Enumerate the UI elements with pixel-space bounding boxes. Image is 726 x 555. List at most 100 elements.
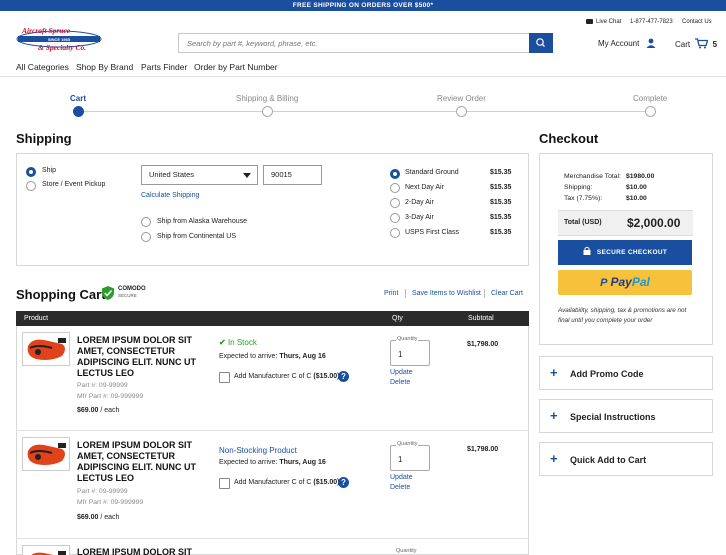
site-logo[interactable]: SINCE 1965 Aircraft Spruce & Specialty C… (16, 26, 102, 52)
country-value: United States (149, 170, 195, 179)
cart-table-header: Product Qty Subtotal (16, 311, 529, 326)
add-coc-checkbox[interactable] (219, 372, 230, 383)
alaska-warehouse-radio[interactable] (141, 217, 151, 227)
method-3-day-radio[interactable] (390, 213, 400, 223)
cart-link[interactable]: Cart 5 (675, 38, 717, 49)
unit-price-per: / each (100, 407, 120, 414)
promo-code-accordion[interactable]: + Add Promo Code (539, 356, 713, 390)
nav-all-categories[interactable]: All Categories (16, 62, 69, 72)
quick-add-label: Quick Add to Cart (570, 455, 647, 465)
search-input[interactable] (179, 34, 552, 52)
search-button[interactable] (529, 33, 553, 53)
method-next-day-radio[interactable] (390, 183, 400, 193)
logo-line1-text: Aircraft Spruce (21, 26, 71, 35)
product-title-line: LECTUS LEO (77, 368, 135, 378)
product-image[interactable] (22, 545, 70, 555)
cart-label: Cart (675, 40, 691, 49)
unit-price-value: $69.00 (77, 514, 99, 521)
product-title[interactable]: LOREM IPSUM DOLOR SIT (77, 547, 192, 555)
save-wishlist-link[interactable]: Save Items to Wishlist (412, 290, 481, 297)
row-divider (16, 430, 529, 431)
special-instructions-accordion[interactable]: + Special Instructions (539, 399, 713, 433)
product-title-line: LOREM IPSUM DOLOR SIT (77, 440, 193, 450)
method-standard-ground-radio[interactable] (390, 169, 400, 179)
cart-count: 5 (712, 40, 718, 49)
method-2-day-radio[interactable] (390, 198, 400, 208)
non-stocking-link[interactable]: Non-Stocking Product (219, 446, 297, 455)
fuel-can-image (22, 437, 70, 471)
store-pickup-label: Store / Event Pickup (42, 181, 106, 188)
product-image[interactable] (22, 437, 70, 471)
summary-row: Shipping: $10.00 (564, 182, 654, 193)
method-2-day-price: $15.35 (490, 199, 512, 206)
nav-parts-finder[interactable]: Parts Finder (141, 62, 187, 72)
part-number: Part #: 09-99999 (77, 382, 128, 389)
step-review-label: Review Order (437, 94, 486, 103)
nav-shop-by-brand[interactable]: Shop By Brand (76, 62, 133, 72)
special-instructions-label: Special Instructions (570, 412, 656, 422)
quantity-label: Quantity (396, 548, 417, 554)
product-title-line: LECTUS LEO (77, 473, 135, 483)
product-title[interactable]: LOREM IPSUM DOLOR SIT AMET, CONSECTETUR … (77, 440, 196, 484)
step-cart-dot (73, 106, 84, 117)
arrival-info: Expected to arrive: Thurs, Aug 16 (219, 459, 326, 466)
method-usps-radio[interactable] (390, 228, 400, 238)
method-next-day-label: Next Day Air (405, 184, 444, 191)
product-title[interactable]: LOREM IPSUM DOLOR SIT AMET, CONSECTETUR … (77, 335, 196, 379)
ship-label: Ship (42, 167, 57, 174)
help-icon[interactable]: ? (338, 371, 349, 382)
help-icon[interactable]: ? (338, 477, 349, 488)
continental-us-radio[interactable] (141, 232, 151, 242)
arrival-date: Thurs, Aug 16 (279, 459, 326, 466)
mfr-part-number: Mfr Part #: 09-999999 (77, 393, 144, 400)
add-coc-price: ($15.00) (313, 373, 340, 380)
country-select[interactable]: United States (141, 165, 258, 185)
stock-status: ✔ In Stock (219, 338, 257, 347)
chat-icon (586, 19, 593, 24)
promo-code-label: Add Promo Code (570, 369, 644, 379)
comodo-text: COMODO (118, 286, 146, 292)
ship-radio[interactable] (26, 167, 36, 177)
product-image[interactable] (22, 332, 70, 366)
plus-icon: + (550, 408, 558, 423)
row-divider (16, 538, 529, 539)
zip-field[interactable]: 90015 (263, 165, 322, 185)
paypal-button[interactable]: P PayPal (558, 270, 692, 295)
add-coc-checkbox[interactable] (219, 478, 230, 489)
quantity-value: 1 (398, 455, 403, 464)
print-link[interactable]: Print (384, 290, 398, 297)
quantity-field[interactable]: Quantity 1 (390, 441, 430, 471)
quantity-value: 1 (398, 350, 403, 359)
shipping-title: Shipping (16, 131, 72, 146)
contact-us-link[interactable]: Contact Us (682, 19, 712, 25)
continental-us-label: Ship from Continental US (157, 233, 236, 240)
clear-cart-link[interactable]: Clear Cart (491, 290, 523, 297)
alaska-warehouse-label: Ship from Alaska Warehouse (157, 218, 248, 225)
quantity-field[interactable]: Quantity 1 (390, 336, 430, 366)
live-chat-link[interactable]: Live Chat (586, 19, 621, 25)
secure-checkout-button[interactable]: SECURE CHECKOUT (558, 240, 692, 265)
update-link[interactable]: Update (390, 369, 413, 376)
update-link[interactable]: Update (390, 474, 413, 481)
stock-status-label: In Stock (227, 338, 257, 347)
mfr-part-number: Mfr Part #: 09-999999 (77, 499, 144, 506)
store-pickup-radio[interactable] (26, 181, 36, 191)
summary-label: Merchandise Total: (564, 173, 621, 180)
nav-order-by-part-number[interactable]: Order by Part Number (194, 62, 278, 72)
delete-link[interactable]: Delete (390, 379, 410, 386)
lock-icon (583, 246, 591, 255)
calculate-shipping-link[interactable]: Calculate Shipping (141, 192, 199, 199)
paypal-logo-icon: P (600, 277, 608, 289)
product-title-line: AMET, CONSECTETUR (77, 346, 176, 356)
method-standard-ground-label: Standard Ground (405, 169, 459, 176)
delete-link[interactable]: Delete (390, 484, 410, 491)
quick-add-accordion[interactable]: + Quick Add to Cart (539, 442, 713, 476)
summary-value: $10.00 (626, 184, 647, 191)
phone-link[interactable]: 1-877-477-7823 (630, 19, 673, 25)
step-cart-label: Cart (70, 94, 87, 103)
my-account-link[interactable]: My Account (598, 38, 656, 48)
quantity-label: Quantity (396, 336, 419, 342)
step-complete-label: Complete (633, 94, 668, 103)
add-coc-label: Add Manufacturer C of C ($15.00) (234, 373, 339, 380)
logo-line2-text: & Specialty Co. (38, 43, 86, 52)
